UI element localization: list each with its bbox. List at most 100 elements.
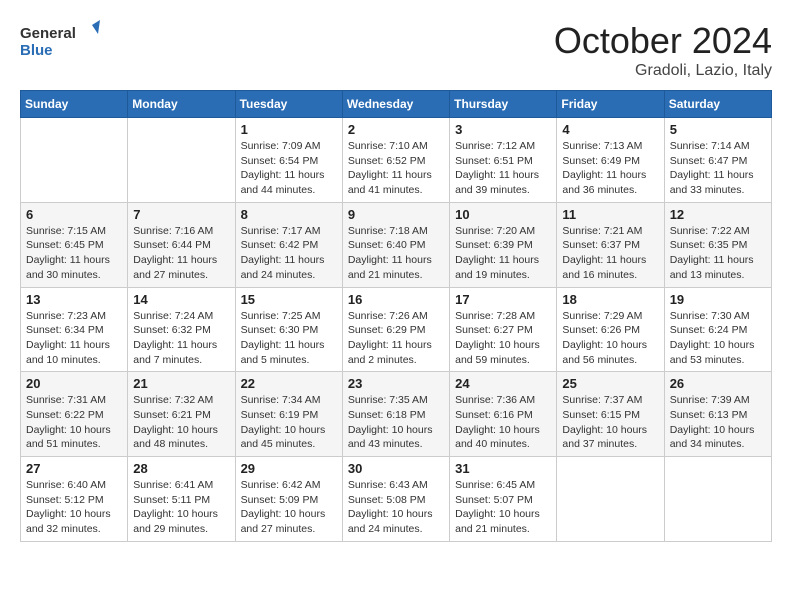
day-info: Sunrise: 7:28 AMSunset: 6:27 PMDaylight:… xyxy=(455,309,551,368)
day-number: 20 xyxy=(26,376,122,391)
calendar-week-row: 1 Sunrise: 7:09 AMSunset: 6:54 PMDaylight… xyxy=(21,118,772,203)
day-info: Sunrise: 7:13 AMSunset: 6:49 PMDaylight:… xyxy=(562,139,658,198)
calendar-cell: 6 Sunrise: 7:15 AMSunset: 6:45 PMDaylight… xyxy=(21,202,128,287)
calendar-cell xyxy=(557,457,664,542)
day-info: Sunrise: 7:21 AMSunset: 6:37 PMDaylight:… xyxy=(562,224,658,283)
calendar-cell: 11 Sunrise: 7:21 AMSunset: 6:37 PMDayligh… xyxy=(557,202,664,287)
day-number: 14 xyxy=(133,292,229,307)
day-number: 13 xyxy=(26,292,122,307)
calendar-cell: 24Sunrise: 7:36 AMSunset: 6:16 PMDayligh… xyxy=(450,372,557,457)
day-number: 28 xyxy=(133,461,229,476)
day-number: 23 xyxy=(348,376,444,391)
day-number: 16 xyxy=(348,292,444,307)
calendar-cell: 21 Sunrise: 7:32 AMSunset: 6:21 PMDayligh… xyxy=(128,372,235,457)
calendar-cell: 5 Sunrise: 7:14 AMSunset: 6:47 PMDaylight… xyxy=(664,118,771,203)
day-info: Sunrise: 7:15 AMSunset: 6:45 PMDaylight:… xyxy=(26,224,122,283)
calendar-week-row: 27 Sunrise: 6:40 AMSunset: 5:12 PMDayligh… xyxy=(21,457,772,542)
day-info: Sunrise: 7:26 AMSunset: 6:29 PMDaylight:… xyxy=(348,309,444,368)
svg-text:General: General xyxy=(20,25,76,42)
calendar-week-row: 20Sunrise: 7:31 AMSunset: 6:22 PMDayligh… xyxy=(21,372,772,457)
calendar-cell: 20Sunrise: 7:31 AMSunset: 6:22 PMDayligh… xyxy=(21,372,128,457)
day-info: Sunrise: 7:20 AMSunset: 6:39 PMDaylight:… xyxy=(455,224,551,283)
day-number: 22 xyxy=(241,376,337,391)
day-number: 8 xyxy=(241,207,337,222)
day-info: Sunrise: 7:24 AMSunset: 6:32 PMDaylight:… xyxy=(133,309,229,368)
calendar-cell: 30Sunrise: 6:43 AMSunset: 5:08 PMDayligh… xyxy=(342,457,449,542)
day-number: 3 xyxy=(455,122,551,137)
day-number: 7 xyxy=(133,207,229,222)
day-info: Sunrise: 7:18 AMSunset: 6:40 PMDaylight:… xyxy=(348,224,444,283)
calendar-cell: 27 Sunrise: 6:40 AMSunset: 5:12 PMDayligh… xyxy=(21,457,128,542)
month-title: October 2024 xyxy=(554,20,772,62)
day-number: 25 xyxy=(562,376,658,391)
day-number: 10 xyxy=(455,207,551,222)
day-number: 29 xyxy=(241,461,337,476)
day-info: Sunrise: 7:25 AMSunset: 6:30 PMDaylight:… xyxy=(241,309,337,368)
calendar-cell: 29 Sunrise: 6:42 AMSunset: 5:09 PMDayligh… xyxy=(235,457,342,542)
calendar-cell: 12Sunrise: 7:22 AMSunset: 6:35 PMDayligh… xyxy=(664,202,771,287)
calendar-cell: 31 Sunrise: 6:45 AMSunset: 5:07 PMDayligh… xyxy=(450,457,557,542)
location-title: Gradoli, Lazio, Italy xyxy=(554,62,772,80)
day-number: 11 xyxy=(562,207,658,222)
calendar-cell: 26Sunrise: 7:39 AMSunset: 6:13 PMDayligh… xyxy=(664,372,771,457)
day-info: Sunrise: 6:45 AMSunset: 5:07 PMDaylight:… xyxy=(455,478,551,537)
calendar-cell: 7 Sunrise: 7:16 AMSunset: 6:44 PMDaylight… xyxy=(128,202,235,287)
calendar-cell: 8 Sunrise: 7:17 AMSunset: 6:42 PMDaylight… xyxy=(235,202,342,287)
day-number: 21 xyxy=(133,376,229,391)
calendar-cell: 15 Sunrise: 7:25 AMSunset: 6:30 PMDayligh… xyxy=(235,287,342,372)
calendar-cell xyxy=(664,457,771,542)
day-number: 18 xyxy=(562,292,658,307)
calendar-cell: 19Sunrise: 7:30 AMSunset: 6:24 PMDayligh… xyxy=(664,287,771,372)
calendar-cell: 16 Sunrise: 7:26 AMSunset: 6:29 PMDayligh… xyxy=(342,287,449,372)
day-number: 30 xyxy=(348,461,444,476)
weekday-header-sunday: Sunday xyxy=(21,91,128,118)
calendar-cell: 17 Sunrise: 7:28 AMSunset: 6:27 PMDayligh… xyxy=(450,287,557,372)
title-section: October 2024 Gradoli, Lazio, Italy xyxy=(554,20,772,80)
day-info: Sunrise: 7:35 AMSunset: 6:18 PMDaylight:… xyxy=(348,393,444,452)
calendar-cell: 1 Sunrise: 7:09 AMSunset: 6:54 PMDaylight… xyxy=(235,118,342,203)
day-number: 1 xyxy=(241,122,337,137)
day-info: Sunrise: 6:40 AMSunset: 5:12 PMDaylight:… xyxy=(26,478,122,537)
calendar-cell: 18 Sunrise: 7:29 AMSunset: 6:26 PMDayligh… xyxy=(557,287,664,372)
calendar-week-row: 6 Sunrise: 7:15 AMSunset: 6:45 PMDaylight… xyxy=(21,202,772,287)
day-info: Sunrise: 7:12 AMSunset: 6:51 PMDaylight:… xyxy=(455,139,551,198)
day-info: Sunrise: 7:29 AMSunset: 6:26 PMDaylight:… xyxy=(562,309,658,368)
day-info: Sunrise: 7:14 AMSunset: 6:47 PMDaylight:… xyxy=(670,139,766,198)
day-info: Sunrise: 7:30 AMSunset: 6:24 PMDaylight:… xyxy=(670,309,766,368)
calendar-cell: 4Sunrise: 7:13 AMSunset: 6:49 PMDaylight… xyxy=(557,118,664,203)
calendar-cell: 9 Sunrise: 7:18 AMSunset: 6:40 PMDaylight… xyxy=(342,202,449,287)
logo: General Blue xyxy=(20,20,100,65)
calendar-cell: 14 Sunrise: 7:24 AMSunset: 6:32 PMDayligh… xyxy=(128,287,235,372)
weekday-header-row: SundayMondayTuesdayWednesdayThursdayFrid… xyxy=(21,91,772,118)
day-info: Sunrise: 7:22 AMSunset: 6:35 PMDaylight:… xyxy=(670,224,766,283)
calendar-cell xyxy=(21,118,128,203)
day-info: Sunrise: 7:09 AMSunset: 6:54 PMDaylight:… xyxy=(241,139,337,198)
day-number: 27 xyxy=(26,461,122,476)
day-number: 2 xyxy=(348,122,444,137)
day-info: Sunrise: 7:16 AMSunset: 6:44 PMDaylight:… xyxy=(133,224,229,283)
day-info: Sunrise: 7:36 AMSunset: 6:16 PMDaylight:… xyxy=(455,393,551,452)
day-number: 9 xyxy=(348,207,444,222)
calendar-cell xyxy=(128,118,235,203)
calendar-cell: 3 Sunrise: 7:12 AMSunset: 6:51 PMDaylight… xyxy=(450,118,557,203)
day-number: 15 xyxy=(241,292,337,307)
day-info: Sunrise: 7:37 AMSunset: 6:15 PMDaylight:… xyxy=(562,393,658,452)
day-number: 6 xyxy=(26,207,122,222)
day-number: 26 xyxy=(670,376,766,391)
weekday-header-tuesday: Tuesday xyxy=(235,91,342,118)
logo-svg: General Blue xyxy=(20,20,100,60)
weekday-header-wednesday: Wednesday xyxy=(342,91,449,118)
day-info: Sunrise: 6:42 AMSunset: 5:09 PMDaylight:… xyxy=(241,478,337,537)
calendar-cell: 28 Sunrise: 6:41 AMSunset: 5:11 PMDayligh… xyxy=(128,457,235,542)
day-info: Sunrise: 7:32 AMSunset: 6:21 PMDaylight:… xyxy=(133,393,229,452)
day-info: Sunrise: 6:41 AMSunset: 5:11 PMDaylight:… xyxy=(133,478,229,537)
page-header: General Blue October 2024 Gradoli, Lazio… xyxy=(20,20,772,80)
day-number: 5 xyxy=(670,122,766,137)
svg-text:Blue: Blue xyxy=(20,42,53,59)
day-number: 17 xyxy=(455,292,551,307)
day-info: Sunrise: 7:17 AMSunset: 6:42 PMDaylight:… xyxy=(241,224,337,283)
day-number: 31 xyxy=(455,461,551,476)
weekday-header-thursday: Thursday xyxy=(450,91,557,118)
weekday-header-friday: Friday xyxy=(557,91,664,118)
calendar-cell: 2Sunrise: 7:10 AMSunset: 6:52 PMDaylight… xyxy=(342,118,449,203)
